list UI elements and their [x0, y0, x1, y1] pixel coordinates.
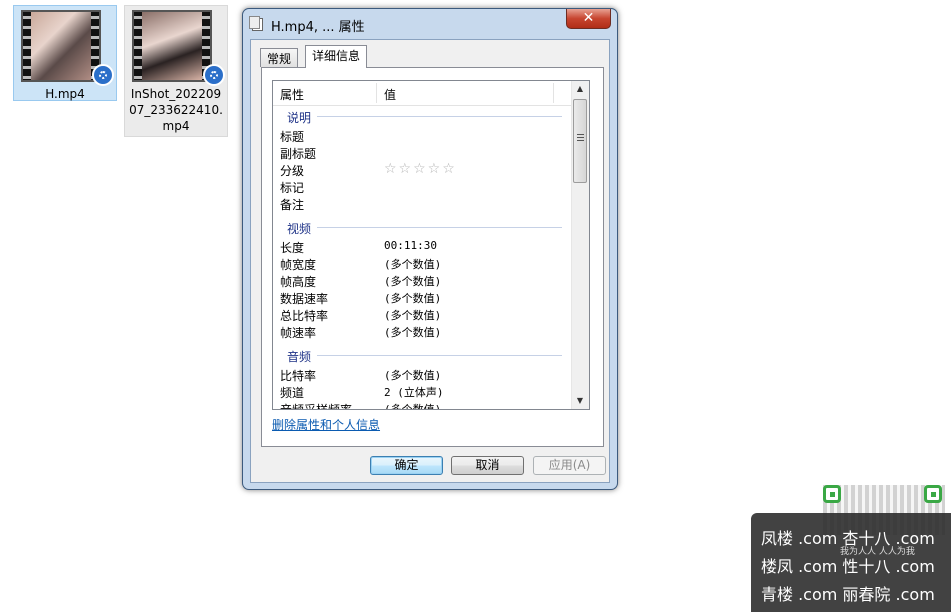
details-panel: 属性 值 说明 标题 副标题 分级 ☆☆☆☆☆ 标记 备注 视频 长度 00:11:…: [261, 67, 604, 447]
list-item[interactable]: 频道 2 (立体声): [273, 383, 573, 400]
property-rows: 说明 标题 副标题 分级 ☆☆☆☆☆ 标记 备注 视频 长度 00:11:30 帧宽…: [273, 105, 573, 409]
file-name: InShot_20220907_233622410.mp4: [129, 87, 223, 133]
title-bar[interactable]: H.mp4, ... 属性 ✕: [243, 9, 617, 39]
list-item[interactable]: 副标题: [273, 144, 573, 161]
list-item[interactable]: 标记: [273, 178, 573, 195]
qr-corner: [924, 485, 942, 503]
close-button[interactable]: ✕: [566, 9, 611, 29]
list-item[interactable]: 备注: [273, 195, 573, 212]
list-item[interactable]: 长度 00:11:30: [273, 238, 573, 255]
list-header: 属性 值: [273, 81, 573, 106]
video-thumbnail: [132, 10, 212, 82]
cancel-button[interactable]: 取消: [451, 456, 524, 475]
list-item[interactable]: 帧宽度 (多个数值): [273, 255, 573, 272]
rating-stars[interactable]: ☆☆☆☆☆: [384, 161, 457, 177]
dialog-client: 常规 详细信息 属性 值 说明 标题 副标题 分级☆☆☆☆☆ 标记 备注 视频: [250, 39, 610, 483]
file-inshot-mp4[interactable]: InShot_20220907_233622410.mp4: [124, 5, 228, 137]
vertical-scrollbar[interactable]: ▲ ▼: [571, 81, 589, 409]
dialog-title: H.mp4, ... 属性: [271, 20, 365, 35]
video-thumbnail: [21, 10, 101, 82]
qr-corner: [823, 485, 841, 503]
media-player-icon: [92, 64, 114, 86]
property-list[interactable]: 属性 值 说明 标题 副标题 分级 ☆☆☆☆☆ 标记 备注 视频 长度 00:11:…: [272, 80, 590, 410]
column-property[interactable]: 属性: [280, 86, 304, 103]
list-item[interactable]: 标题: [273, 127, 573, 144]
tab-details[interactable]: 详细信息: [305, 45, 368, 68]
scroll-thumb[interactable]: [573, 99, 587, 183]
group-audio: 音频: [273, 344, 573, 366]
list-item[interactable]: 比特率 (多个数值): [273, 366, 573, 383]
apply-button[interactable]: 应用(A): [533, 456, 606, 475]
list-item[interactable]: 总比特率 (多个数值): [273, 306, 573, 323]
watermark-line: 青楼 .com 丽春院 .com: [761, 585, 935, 604]
media-player-icon: [203, 64, 225, 86]
list-item[interactable]: 分级 ☆☆☆☆☆: [273, 161, 573, 178]
tab-general[interactable]: 常规: [260, 48, 299, 67]
list-item[interactable]: 帧高度 (多个数值): [273, 272, 573, 289]
list-item[interactable]: 数据速率 (多个数值): [273, 289, 573, 306]
list-item[interactable]: 帧速率 (多个数值): [273, 323, 573, 340]
scroll-up-icon[interactable]: ▲: [572, 81, 588, 97]
column-value[interactable]: 值: [384, 86, 396, 103]
document-icon: [249, 16, 263, 31]
list-item[interactable]: 音频采样频率 (多个数值): [273, 400, 573, 409]
properties-dialog: H.mp4, ... 属性 ✕ 常规 详细信息 属性 值 说明 标题 副标题 分…: [242, 8, 618, 490]
qr-caption: 我为人人 人人为我: [840, 547, 915, 557]
file-h-mp4[interactable]: H.mp4: [13, 5, 117, 101]
file-name: H.mp4: [45, 87, 85, 101]
ok-button[interactable]: 确定: [370, 456, 443, 475]
group-video: 视频: [273, 216, 573, 238]
watermark-banner: 凤楼 .com 杏十八 .com 楼凤 .com 性十八 .com 青楼 .co…: [751, 513, 951, 612]
remove-properties-link[interactable]: 删除属性和个人信息: [272, 416, 380, 433]
scroll-down-icon[interactable]: ▼: [572, 393, 588, 409]
group-description: 说明: [273, 105, 573, 127]
